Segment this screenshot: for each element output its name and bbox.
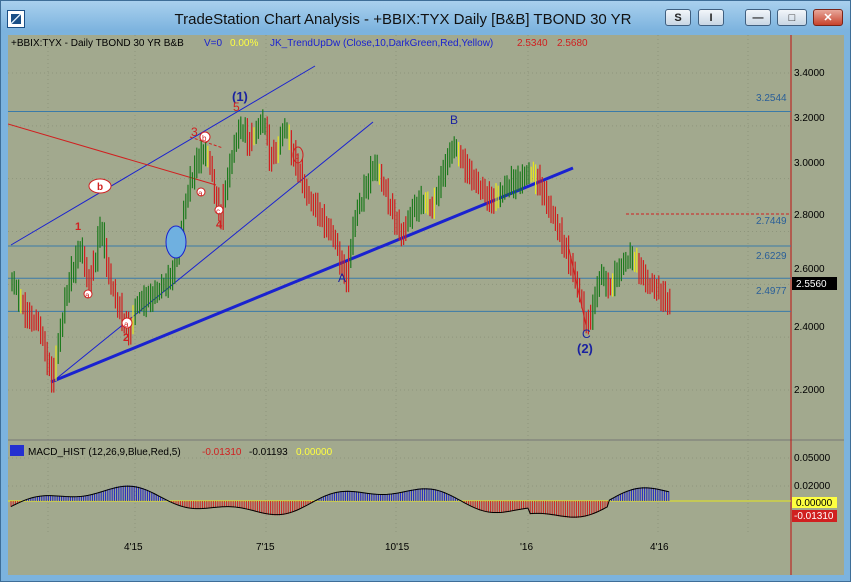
price-chart[interactable]: (1) 5 3 4 2 1 A B C (2) b a a a c b c 3.… bbox=[7, 35, 844, 575]
circle-label-c: c bbox=[295, 152, 299, 161]
wave-label-3: 3 bbox=[191, 125, 198, 139]
price-tick: 2.6000 bbox=[794, 264, 825, 275]
macd-value-2: -0.01193 bbox=[249, 447, 288, 458]
date-tick: 10'15 bbox=[385, 542, 410, 553]
macd-legend-swatch bbox=[10, 445, 24, 456]
macd-zero-label: 0.00000 bbox=[796, 498, 833, 509]
macd-tick: 0.02000 bbox=[794, 481, 831, 492]
wave-label-2-major: (2) bbox=[577, 341, 593, 356]
wave-label-2: 2 bbox=[123, 332, 129, 344]
marker-ellipse-blue[interactable] bbox=[165, 225, 187, 259]
wave-label-1-minor: 1 bbox=[75, 221, 81, 233]
macd-value-1: -0.01310 bbox=[202, 447, 242, 458]
level-label: 2.6229 bbox=[756, 251, 787, 262]
circle-label-a: a bbox=[85, 291, 90, 300]
close-button[interactable]: ✕ bbox=[813, 9, 843, 26]
date-tick: 4'16 bbox=[650, 542, 669, 553]
wave-label-c: C bbox=[582, 327, 591, 341]
macd-last-label: -0.01310 bbox=[794, 511, 834, 522]
wave-label-b: B bbox=[450, 113, 458, 127]
level-label: 2.4977 bbox=[756, 286, 787, 297]
price-tick: 3.2000 bbox=[794, 113, 825, 124]
last-price-label: 2.5560 bbox=[796, 279, 827, 290]
study-text: JK_TrendUpDw (Close,10,DarkGreen,Red,Yel… bbox=[270, 38, 493, 49]
circle-label-a: a bbox=[198, 189, 203, 198]
price-tick: 2.8000 bbox=[794, 210, 825, 221]
circle-label-a: a bbox=[124, 320, 129, 329]
circle-label-b: b bbox=[202, 134, 207, 143]
date-tick: 4'15 bbox=[124, 542, 143, 553]
study-value-1: 2.5340 bbox=[517, 38, 548, 49]
price-tick: 2.2000 bbox=[794, 385, 825, 396]
wave-label-5: 5 bbox=[233, 100, 240, 114]
price-bars bbox=[11, 109, 671, 393]
study-value-2: 2.5680 bbox=[557, 38, 588, 49]
title-bar[interactable]: TradeStation Chart Analysis - +BBIX:TYX … bbox=[1, 1, 850, 35]
chart-area[interactable]: (1) 5 3 4 2 1 A B C (2) b a a a c b c 3.… bbox=[7, 35, 844, 575]
wave-label-4: 4 bbox=[216, 219, 223, 231]
price-tick: 3.4000 bbox=[794, 68, 825, 79]
level-label: 3.2544 bbox=[756, 93, 787, 104]
circle-label-c: c bbox=[216, 207, 220, 216]
price-tick: 2.4000 bbox=[794, 322, 825, 333]
maximize-button[interactable]: □ bbox=[777, 9, 807, 26]
macd-value-3: 0.00000 bbox=[296, 447, 333, 458]
level-label: 2.7449 bbox=[756, 216, 787, 227]
red-trendline[interactable] bbox=[7, 123, 217, 186]
chart-window: TradeStation Chart Analysis - +BBIX:TYX … bbox=[0, 0, 851, 582]
volume-pct-text: 0.00% bbox=[230, 38, 258, 49]
volume-text: V=0 bbox=[204, 38, 223, 49]
symbol-menu-button[interactable]: S bbox=[665, 9, 691, 26]
grid-lines bbox=[8, 35, 791, 535]
date-tick: '16 bbox=[520, 542, 533, 553]
symbol-line: +BBIX:TYX - Daily TBOND 30 YR B&B bbox=[11, 38, 184, 49]
wave-label-a: A bbox=[338, 271, 346, 285]
circle-label-b: b bbox=[97, 182, 103, 193]
date-tick: 7'15 bbox=[256, 542, 275, 553]
indicator-menu-button[interactable]: I bbox=[698, 9, 724, 26]
trendline-main[interactable] bbox=[50, 166, 574, 384]
minimize-button[interactable]: — bbox=[745, 9, 771, 26]
macd-tick: 0.05000 bbox=[794, 453, 831, 464]
price-tick: 3.0000 bbox=[794, 158, 825, 169]
macd-title: MACD_HIST (12,26,9,Blue,Red,5) bbox=[28, 447, 181, 458]
macd-histogram bbox=[10, 485, 670, 518]
